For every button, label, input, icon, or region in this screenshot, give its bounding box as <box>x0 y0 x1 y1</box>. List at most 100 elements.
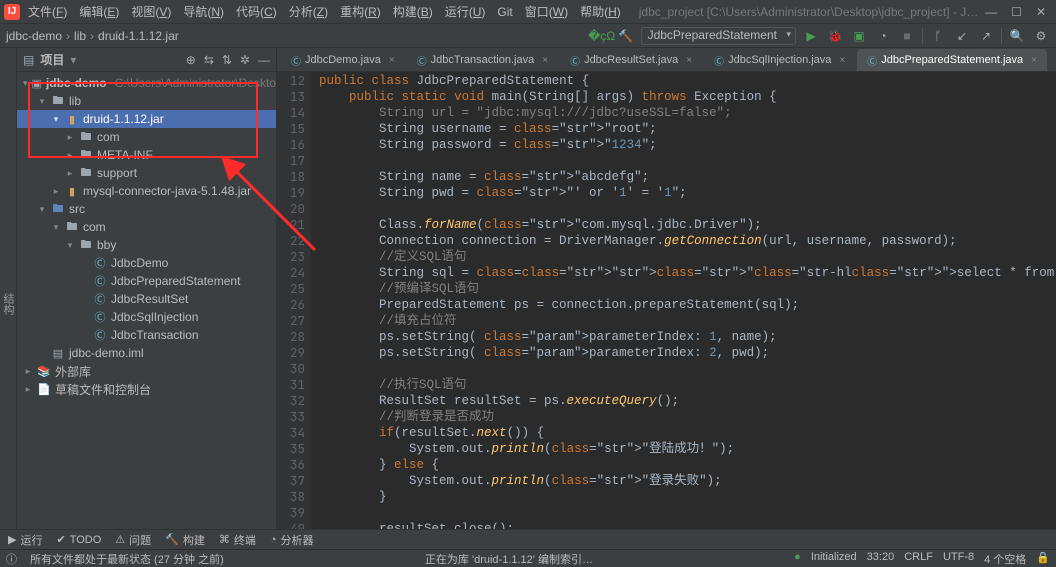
nav-bar: jdbc-demo › lib › druid-1.1.12.jar �çΩ 🔨… <box>0 24 1056 48</box>
bottom-tool[interactable]: ⌘终端 <box>219 532 256 548</box>
menu-item[interactable]: 编辑(E) <box>73 3 125 21</box>
bottom-tool[interactable]: ⚠问题 <box>115 532 151 548</box>
breadcrumb-item[interactable]: jdbc-demo <box>6 29 62 43</box>
status-left: 所有文件都处于最新状态 (27 分钟 之前) <box>30 551 224 567</box>
project-tree[interactable]: ▾▣ jdbc-demo C:\Users\Administrator\Desk… <box>17 72 276 529</box>
tree-folder-src[interactable]: ▾🖿 src <box>17 200 276 218</box>
close-icon[interactable]: × <box>1031 55 1037 66</box>
window-title: jdbc_project [C:\Users\Administrator\Des… <box>639 5 983 19</box>
run-config-label: JdbcPreparedStatement <box>648 28 777 42</box>
menu-item[interactable]: 重构(R) <box>334 3 387 21</box>
status-center: 正在为库 'druid-1.1.12' 编制索引… <box>234 551 784 567</box>
editor-tab[interactable]: ⒸJdbcPreparedStatement.java× <box>857 49 1047 71</box>
profile-icon[interactable]: ◔ <box>874 27 892 45</box>
expand-icon[interactable]: ⇆ <box>204 53 214 67</box>
editor-tab[interactable]: ⒸJdbcResultSet.java× <box>560 49 702 71</box>
bottom-tool[interactable]: ◔分析器 <box>270 532 314 548</box>
stop-icon[interactable]: ■ <box>898 27 916 45</box>
tree-class[interactable]: ⒸJdbcPreparedStatement <box>17 272 276 290</box>
menu-item[interactable]: 文件(F) <box>22 3 73 21</box>
menu-item[interactable]: 代码(C) <box>230 3 283 21</box>
bottom-tool[interactable]: 🔨构建 <box>165 532 205 548</box>
coverage-icon[interactable]: ▣ <box>850 27 868 45</box>
target-icon[interactable]: ⊕ <box>186 53 196 67</box>
hide-icon[interactable]: — <box>258 53 270 67</box>
tree-class[interactable]: ⒸJdbcTransaction <box>17 326 276 344</box>
tree-scratches[interactable]: ▸📄 草稿文件和控制台 <box>17 380 276 398</box>
close-icon[interactable]: × <box>389 55 395 66</box>
tree-pkg[interactable]: ▸🖿 META-INF <box>17 146 276 164</box>
tree-jar-druid[interactable]: ▾▮ druid-1.1.12.jar <box>17 110 276 128</box>
app-logo-icon: IJ <box>4 4 20 20</box>
tree-class[interactable]: ⒸJdbcDemo <box>17 254 276 272</box>
tool-icon: ⌘ <box>219 533 230 546</box>
tree-pkg[interactable]: ▾🖿 bby <box>17 236 276 254</box>
tree-folder-lib[interactable]: ▾🖿 lib <box>17 92 276 110</box>
editor-tabs: ⒸJdbcDemo.java×ⒸJdbcTransaction.java×ⒸJd… <box>277 48 1056 72</box>
menu-item[interactable]: 运行(U) <box>439 3 492 21</box>
git-push-icon[interactable]: ↗ <box>977 27 995 45</box>
tree-pkg[interactable]: ▸🖿 com <box>17 128 276 146</box>
tool-icon: ⚠ <box>115 533 125 546</box>
menu-item[interactable]: 窗口(W) <box>519 3 574 21</box>
search-icon[interactable]: 🔍 <box>1008 27 1026 45</box>
bottom-tool[interactable]: ▶运行 <box>8 532 42 548</box>
menu-item[interactable]: 视图(V) <box>125 3 177 21</box>
tree-file-iml[interactable]: ▤ jdbc-demo.iml <box>17 344 276 362</box>
hammer-icon[interactable]: 🔨 <box>617 27 635 45</box>
tree-external-libs[interactable]: ▸📚 外部库 <box>17 362 276 380</box>
class-icon: Ⓒ <box>417 53 427 68</box>
tree-root[interactable]: ▾▣ jdbc-demo C:\Users\Administrator\Desk… <box>17 74 276 92</box>
tool-icon: ✔ <box>56 533 65 546</box>
git-branch-icon[interactable]: ᚴ <box>929 27 947 45</box>
settings-icon[interactable]: ⚙ <box>1032 27 1050 45</box>
tree-pkg[interactable]: ▸🖿 support <box>17 164 276 182</box>
tree-jar-mysql[interactable]: ▸▮ mysql-connector-java-5.1.48.jar <box>17 182 276 200</box>
bottom-tool[interactable]: ✔TODO <box>56 533 101 546</box>
tree-class[interactable]: ⒸJdbcSqlInjection <box>17 308 276 326</box>
breadcrumb-item[interactable]: druid-1.1.12.jar <box>98 29 179 43</box>
class-icon: Ⓒ <box>291 53 301 68</box>
tool-icon: ◔ <box>270 534 277 546</box>
menu-item[interactable]: 导航(N) <box>177 3 230 21</box>
menu-item[interactable]: 构建(B) <box>387 3 439 21</box>
left-gutter-project-label[interactable]: 结构 <box>0 48 17 529</box>
collapse-icon[interactable]: ⇅ <box>222 53 232 67</box>
tree-class[interactable]: ⒸJdbcResultSet <box>17 290 276 308</box>
run-config-combo[interactable]: JdbcPreparedStatement <box>641 27 796 45</box>
menu-item[interactable]: Git <box>491 3 518 21</box>
close-icon[interactable]: × <box>686 55 692 66</box>
code-editor[interactable]: 1213141516171819202122232425262728293031… <box>277 72 1056 529</box>
editor-tab[interactable]: ⒸJdbcSqlInjection.java× <box>704 49 855 71</box>
lock-icon[interactable]: 🔒 <box>1036 551 1050 567</box>
menu-item[interactable]: 分析(Z) <box>283 3 334 21</box>
close-icon[interactable]: ✕ <box>1036 5 1046 19</box>
chevron-right-icon: › <box>90 29 94 43</box>
close-icon[interactable]: × <box>839 55 845 66</box>
line-gutter: 1213141516171819202122232425262728293031… <box>277 72 311 529</box>
editor-tab[interactable]: ⒸJdbcTransaction.java× <box>407 49 558 71</box>
menu-item[interactable]: 帮助(H) <box>574 3 627 21</box>
project-panel-title: 项目 <box>40 51 64 68</box>
close-icon[interactable]: × <box>542 55 548 66</box>
minimize-icon[interactable]: — <box>985 5 997 19</box>
chevron-right-icon: › <box>66 29 70 43</box>
status-right: ● Initialized 33:20 CRLF UTF-8 4 个空格 🔒 <box>794 551 1050 567</box>
git-pull-icon[interactable]: ↙ <box>953 27 971 45</box>
editor-tab[interactable]: ⒸJdbcDemo.java× <box>281 49 405 71</box>
debug-icon[interactable]: 🐞 <box>826 27 844 45</box>
editor-pane: ⒸJdbcDemo.java×ⒸJdbcTransaction.java×ⒸJd… <box>277 48 1056 529</box>
status-bar: ⓘ 所有文件都处于最新状态 (27 分钟 之前) 正在为库 'druid-1.1… <box>0 549 1056 567</box>
gear-icon[interactable]: ✲ <box>240 53 250 67</box>
run-icon[interactable]: ▶ <box>802 27 820 45</box>
bottom-toolbar: ▶运行 ✔TODO ⚠问题 🔨构建 ⌘终端 ◔分析器 <box>0 529 1056 549</box>
maximize-icon[interactable]: ☐ <box>1011 5 1022 19</box>
breadcrumb-item[interactable]: lib <box>74 29 86 43</box>
class-icon: Ⓒ <box>867 53 877 68</box>
code-body[interactable]: 正在编制索引… public class JdbcPreparedStateme… <box>311 72 1056 529</box>
tree-pkg[interactable]: ▾🖿 com <box>17 218 276 236</box>
build-icon[interactable]: �çΩ <box>593 27 611 45</box>
status-info-icon[interactable]: ⓘ <box>6 551 20 567</box>
class-icon: Ⓒ <box>570 53 580 68</box>
tool-icon: ▶ <box>8 533 16 546</box>
